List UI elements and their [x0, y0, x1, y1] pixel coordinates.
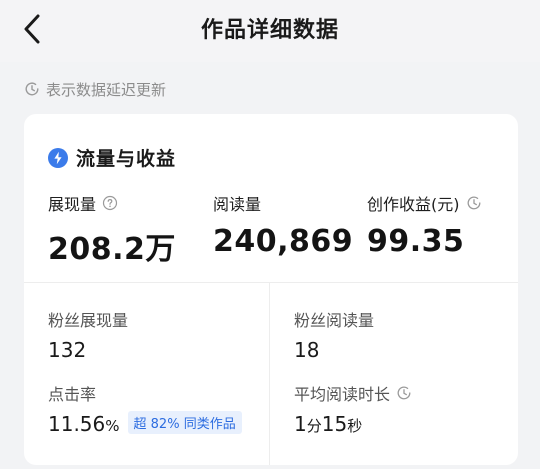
click-through-rate: 点击率 11.56% 超 82% 同类作品 [48, 382, 242, 437]
metric-label: 阅读量 [213, 195, 262, 214]
metric-impressions: 展现量 208.2万 [48, 192, 176, 268]
metric-reads: 阅读量 240,869 [213, 192, 353, 259]
seconds-unit: 秒 [347, 417, 363, 435]
fans-impressions-label: 粉丝展现量 [48, 311, 129, 330]
traffic-revenue-card: 流量与收益 展现量 208.2万 阅读量 240,869 创作收益(元) 99.… [24, 114, 518, 465]
metric-label: 创作收益(元) [367, 195, 460, 214]
question-icon[interactable] [102, 195, 118, 211]
top-bar: 作品详细数据 [0, 0, 540, 62]
clock-icon [25, 82, 39, 96]
ctr-unit: % [105, 417, 120, 435]
page-title: 作品详细数据 [200, 18, 339, 43]
card-title: 流量与收益 [76, 148, 177, 170]
fans-reads-value: 18 [294, 338, 320, 362]
avg-read-time: 平均阅读时长 1分15秒 [294, 382, 412, 436]
ctr-label: 点击率 [48, 385, 97, 404]
divider [269, 283, 270, 465]
delay-notice: 表示数据延迟更新 [24, 78, 166, 100]
comparison-badge: 超 82% 同类作品 [127, 411, 242, 434]
metric-value: 240,869 [213, 224, 354, 259]
ctr-value: 11.56 [48, 412, 106, 436]
fans-reads-label: 粉丝阅读量 [294, 311, 375, 330]
avg-read-time-label: 平均阅读时长 [294, 385, 391, 404]
metric-revenue: 创作收益(元) 99.35 [367, 192, 482, 259]
fans-reads: 粉丝阅读量 18 [294, 308, 374, 362]
metric-value: 208.2万 [48, 232, 176, 267]
fans-impressions-value: 132 [48, 338, 87, 362]
refresh-icon [397, 386, 411, 400]
avg-read-time-minutes: 1 [294, 412, 307, 436]
metric-value: 99.35 [367, 224, 465, 259]
divider [24, 282, 518, 283]
bolt-icon [48, 147, 68, 168]
card-header: 流量与收益 [48, 144, 176, 171]
minutes-unit: 分 [306, 417, 322, 435]
avg-read-time-seconds: 15 [321, 412, 348, 436]
fans-impressions: 粉丝展现量 132 [48, 308, 128, 362]
refresh-icon [467, 196, 480, 210]
metric-label: 展现量 [48, 195, 97, 214]
delay-notice-text: 表示数据延迟更新 [46, 80, 167, 99]
